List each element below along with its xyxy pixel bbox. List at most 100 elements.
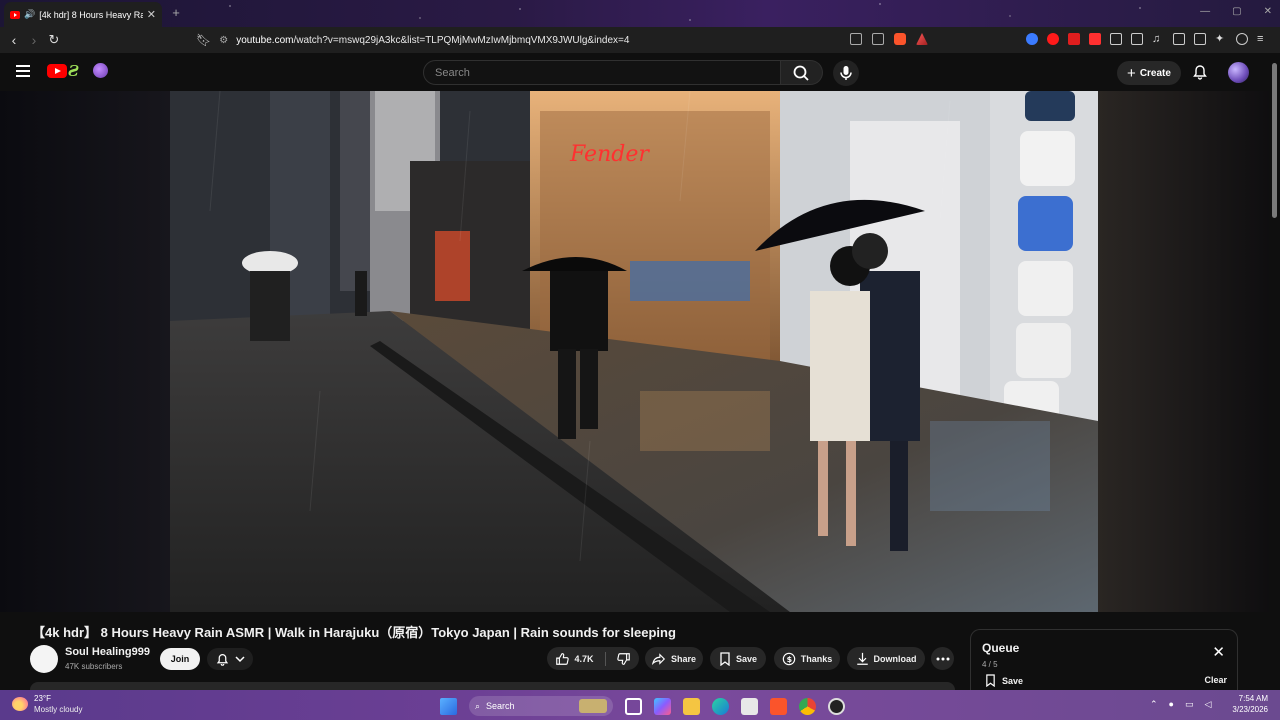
notifications-bell-icon[interactable] bbox=[1192, 64, 1208, 80]
share-button[interactable]: Share bbox=[645, 647, 703, 670]
windows-taskbar: 23°F Mostly cloudy ⌕ Search ⌃ ● ▭ ◁ 7:54… bbox=[0, 690, 1280, 720]
queue-title: Queue bbox=[982, 641, 1020, 655]
forward-icon[interactable]: › bbox=[26, 32, 42, 48]
bookmark-icon bbox=[986, 674, 995, 687]
more-actions-button[interactable] bbox=[931, 647, 954, 670]
video-frame[interactable]: Fender bbox=[170, 91, 1098, 612]
youtube-doodle-logo[interactable]: Ƨ bbox=[68, 62, 79, 80]
queue-panel: Queue 4 / 5 ✕ Save Clear bbox=[970, 629, 1238, 690]
youtube-logo-icon[interactable] bbox=[47, 64, 67, 78]
wallet-icon[interactable] bbox=[1194, 33, 1206, 45]
svg-text:$: $ bbox=[786, 655, 791, 664]
description-box[interactable] bbox=[30, 682, 955, 690]
thanks-button[interactable]: $ Thanks bbox=[774, 647, 840, 670]
copilot-icon[interactable] bbox=[654, 697, 671, 715]
browser-tab-active[interactable]: 🔊 [4k hdr] 8 Hours Heavy Rain ✕ bbox=[4, 2, 162, 27]
menu-icon[interactable]: ≡ bbox=[1257, 33, 1269, 45]
cast-icon[interactable] bbox=[850, 33, 862, 45]
channel-avatar[interactable] bbox=[30, 645, 58, 673]
windows-start-icon[interactable] bbox=[440, 697, 457, 715]
brave-rewards-icon[interactable] bbox=[916, 33, 928, 45]
taskbar-clock[interactable]: 7:54 AM 3/23/2026 bbox=[1224, 693, 1268, 715]
file-explorer-icon[interactable] bbox=[683, 697, 700, 715]
thumbs-up-icon[interactable] bbox=[555, 652, 570, 666]
more-horizontal-icon bbox=[936, 657, 949, 660]
reload-icon[interactable]: ↻ bbox=[46, 32, 62, 48]
edge-icon[interactable] bbox=[712, 697, 729, 715]
video-player[interactable]: Fender bbox=[0, 91, 1269, 612]
brave-shields-icon[interactable] bbox=[894, 33, 906, 45]
queue-save-label: Save bbox=[1002, 675, 1024, 686]
new-tab-button[interactable]: + bbox=[168, 5, 184, 21]
task-view-icon[interactable] bbox=[625, 697, 642, 715]
address-bar-row: ‹ › ↻ 🔖︎ ⚙︎ youtube.com/watch?v=mswq29jA… bbox=[0, 27, 1280, 53]
plus-icon: + bbox=[1127, 64, 1136, 82]
sidebar-icon[interactable] bbox=[1173, 33, 1185, 45]
thanks-heart-dollar-icon: $ bbox=[782, 652, 795, 665]
extension-puzzle-icon[interactable] bbox=[1110, 33, 1122, 45]
speaker-icon[interactable]: 🔊 bbox=[24, 9, 35, 20]
browser-tab-strip: 🔊 [4k hdr] 8 Hours Heavy Rain ✕ + — ▢ ✕ bbox=[0, 0, 1280, 27]
share-icon bbox=[651, 652, 666, 665]
window-controls: — ▢ ✕ bbox=[1200, 6, 1272, 17]
extension-red2-icon[interactable] bbox=[1089, 33, 1101, 45]
weather-widget[interactable]: 23°F Mostly cloudy bbox=[12, 693, 82, 715]
tray-microphone-icon[interactable]: ● bbox=[1169, 699, 1174, 710]
scrollbar-thumb[interactable] bbox=[1272, 63, 1277, 218]
subscription-notifications-button[interactable] bbox=[207, 648, 253, 670]
window-close-icon[interactable]: ✕ bbox=[1264, 6, 1272, 17]
extension-red-icon[interactable] bbox=[1068, 33, 1080, 45]
maximize-icon[interactable]: ▢ bbox=[1232, 6, 1241, 17]
vpn-icon[interactable] bbox=[1236, 33, 1248, 45]
channel-name[interactable]: Soul Healing999 bbox=[65, 646, 150, 658]
save-button[interactable]: Save bbox=[710, 647, 766, 670]
back-icon[interactable]: ‹ bbox=[6, 32, 22, 48]
youtube-header: Ƨ Search + Create bbox=[0, 53, 1280, 91]
voice-search-button[interactable] bbox=[833, 60, 859, 86]
microsoft-store-icon[interactable] bbox=[741, 697, 758, 715]
url-text[interactable]: youtube.com/watch?v=mswq29jA3kc&list=TLP… bbox=[236, 35, 629, 46]
share-label: Share bbox=[670, 653, 696, 664]
hamburger-menu-icon[interactable] bbox=[16, 65, 30, 77]
extension-icons: ♫ ✦ ≡ bbox=[1026, 33, 1269, 45]
url-field[interactable]: 🔖︎ ⚙︎ youtube.com/watch?v=mswq29jA3kc&li… bbox=[196, 30, 942, 50]
download-button[interactable]: Download bbox=[847, 647, 925, 670]
search-input[interactable]: Search bbox=[423, 60, 781, 85]
site-info-icon[interactable]: ⚙︎ bbox=[219, 35, 228, 46]
like-count[interactable]: 4.7K bbox=[574, 654, 593, 664]
share-page-icon[interactable] bbox=[872, 33, 884, 45]
brave-browser-icon[interactable] bbox=[770, 697, 787, 715]
search-button[interactable] bbox=[781, 60, 823, 85]
taskbar-search-icon: ⌕ bbox=[475, 700, 481, 711]
extension-blue-icon[interactable] bbox=[1026, 33, 1038, 45]
tab-close-icon[interactable]: ✕ bbox=[147, 8, 156, 21]
create-label: Create bbox=[1139, 67, 1171, 79]
join-button[interactable]: Join bbox=[160, 648, 200, 670]
taskbar-search[interactable]: ⌕ Search bbox=[469, 696, 613, 716]
tray-volume-icon[interactable]: ◁ bbox=[1205, 699, 1212, 710]
bookmark-icon[interactable]: 🔖︎ bbox=[196, 33, 211, 47]
queue-save-button[interactable]: Save bbox=[985, 674, 1023, 687]
tray-overflow-icon[interactable]: ⌃ bbox=[1150, 699, 1158, 710]
clock-date: 3/23/2026 bbox=[1232, 705, 1268, 714]
extension-youtube-icon[interactable] bbox=[1047, 33, 1059, 45]
thumbs-down-icon[interactable] bbox=[616, 652, 631, 666]
user-avatar[interactable] bbox=[1228, 62, 1249, 83]
obs-icon[interactable] bbox=[828, 697, 845, 715]
like-divider bbox=[604, 651, 606, 666]
queue-clear-button[interactable]: Clear bbox=[1204, 675, 1227, 685]
create-button[interactable]: + Create bbox=[1117, 61, 1181, 85]
media-icon[interactable]: ♫ bbox=[1152, 33, 1164, 45]
extension-box-icon[interactable] bbox=[1131, 33, 1143, 45]
chrome-icon[interactable] bbox=[799, 697, 816, 715]
search-highlight-image bbox=[579, 699, 607, 713]
wallpaper-stars bbox=[0, 0, 1280, 27]
leo-ai-icon[interactable]: ✦ bbox=[1215, 33, 1227, 45]
microphone-icon bbox=[840, 66, 852, 80]
tray-display-icon[interactable]: ▭ bbox=[1185, 699, 1194, 710]
minimize-icon[interactable]: — bbox=[1200, 6, 1210, 17]
queue-close-icon[interactable]: ✕ bbox=[1212, 645, 1225, 660]
search-placeholder: Search bbox=[435, 67, 470, 79]
video-scene-rainy-street: Fender bbox=[170, 91, 1098, 612]
page-scrollbar[interactable] bbox=[1269, 53, 1280, 690]
